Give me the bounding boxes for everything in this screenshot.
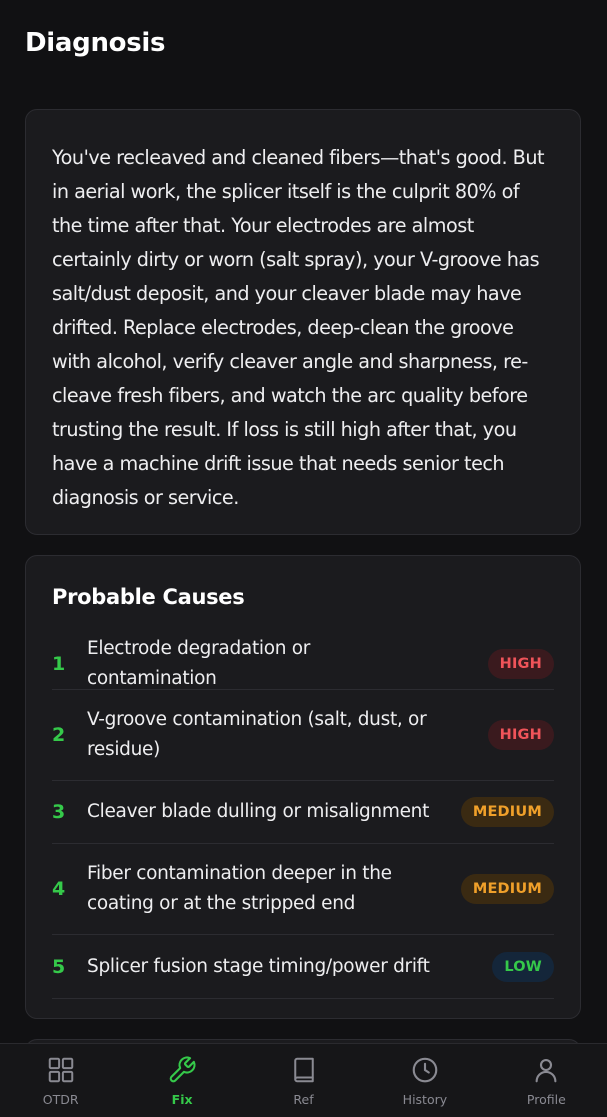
severity-badge: HIGH [487,648,554,679]
page-title: Diagnosis [25,28,166,58]
clock-icon [412,1057,438,1083]
diagnosis-text: You've recleaved and cleaned fibers—that… [52,146,545,509]
tab-profile[interactable]: Profile [486,1044,607,1117]
severity-badge: LOW [492,951,554,982]
tab-label: History [402,1092,448,1107]
causes-title: Probable Causes [52,585,245,609]
probable-causes-card: Probable Causes 1 Electrode degradation … [25,555,581,1019]
tab-label: OTDR [42,1092,79,1107]
app-screen: Diagnosis You've recleaved and cleaned f… [0,0,607,1117]
cause-item: 3 Cleaver blade dulling or misalignment … [52,781,554,844]
tab-label: Profile [526,1092,566,1107]
tab-fix[interactable]: Fix [121,1044,242,1117]
severity-badge: HIGH [487,720,554,750]
cause-number: 3 [52,801,66,823]
book-icon [293,1057,314,1083]
severity-badge: MEDIUM [460,797,554,827]
grid-icon [48,1057,73,1083]
cause-item: 5 Splicer fusion stage timing/power drif… [52,935,554,999]
cause-number: 2 [52,724,66,746]
tab-history[interactable]: History [364,1044,485,1117]
tab-label: Fix [171,1092,193,1107]
cause-text: Fiber contamination deeper in the coatin… [87,863,392,914]
cause-item: 2 V-groove contamination (salt, dust, or… [52,690,554,781]
cause-text: Splicer fusion stage timing/power drift [87,955,430,977]
tab-label: Ref [293,1092,314,1107]
cause-item: 4 Fiber contamination deeper in the coat… [52,844,554,935]
cause-list: 1 Electrode degradation or contamination… [52,638,554,999]
cause-text: Electrode degradation or contamination [87,637,311,689]
severity-badge: MEDIUM [460,874,554,904]
cause-number: 5 [52,955,66,978]
tab-ref[interactable]: Ref [243,1044,364,1117]
cause-item: 1 Electrode degradation or contamination… [52,638,554,690]
tab-otdr[interactable]: OTDR [0,1044,121,1117]
cause-number: 1 [52,652,66,675]
cause-text: V-groove contamination (salt, dust, or r… [87,709,427,760]
bottom-tab-bar: OTDR Fix Ref History Profile [0,1043,607,1117]
wrench-icon [169,1056,196,1083]
diagnosis-card: You've recleaved and cleaned fibers—that… [25,109,581,535]
cause-number: 4 [52,878,66,900]
cause-text: Cleaver blade dulling or misalignment [87,801,430,822]
user-icon [535,1058,557,1083]
